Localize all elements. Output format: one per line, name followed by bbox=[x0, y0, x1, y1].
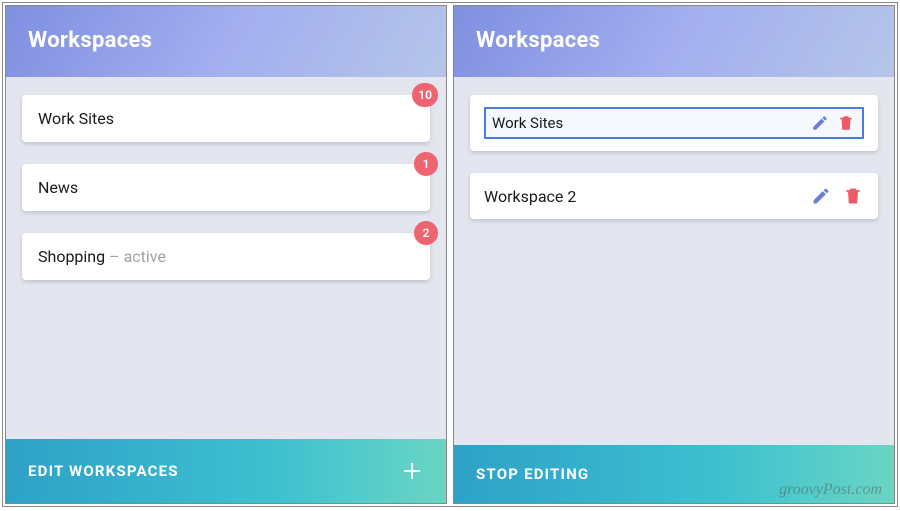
pencil-icon[interactable] bbox=[810, 185, 832, 207]
input-value: Work Sites bbox=[492, 114, 810, 132]
workspace-edit-item: Work Sites bbox=[470, 95, 878, 151]
active-label: – active bbox=[109, 247, 166, 266]
workspace-item[interactable]: Shopping – active 2 bbox=[22, 233, 430, 280]
count-badge: 1 bbox=[414, 152, 438, 176]
pencil-icon[interactable] bbox=[810, 113, 830, 133]
workspace-list: Work Sites 10 News 1 Shopping – active 2 bbox=[6, 77, 446, 439]
workspace-name-input[interactable]: Work Sites bbox=[484, 107, 864, 139]
workspace-edit-list: Work Sites Workspace 2 bbox=[454, 77, 894, 445]
workspace-name: Workspace 2 bbox=[484, 187, 800, 206]
count-badge: 10 bbox=[412, 83, 438, 107]
panel-title: Workspaces bbox=[454, 6, 894, 77]
panel-title: Workspaces bbox=[6, 6, 446, 77]
workspace-name: Work Sites bbox=[38, 109, 114, 128]
trash-icon[interactable] bbox=[836, 113, 856, 133]
trash-icon[interactable] bbox=[842, 185, 864, 207]
count-badge: 2 bbox=[414, 221, 438, 245]
edit-workspaces-button[interactable]: EDIT WORKSPACES bbox=[6, 439, 446, 503]
footer-label: STOP EDITING bbox=[476, 465, 589, 483]
workspaces-panel-view: Workspaces Work Sites 10 News 1 Shopping… bbox=[5, 5, 447, 504]
workspace-item[interactable]: News 1 bbox=[22, 164, 430, 211]
stop-editing-button[interactable]: STOP EDITING bbox=[454, 445, 894, 503]
footer-label: EDIT WORKSPACES bbox=[28, 462, 179, 480]
workspace-name: Shopping bbox=[38, 247, 105, 266]
plus-icon[interactable] bbox=[400, 459, 424, 483]
workspace-edit-item: Workspace 2 bbox=[470, 173, 878, 219]
workspace-item[interactable]: Work Sites 10 bbox=[22, 95, 430, 142]
workspaces-panel-edit: Workspaces Work Sites Workspace 2 bbox=[453, 5, 895, 504]
workspace-name: News bbox=[38, 178, 78, 197]
screenshot-container: Workspaces Work Sites 10 News 1 Shopping… bbox=[2, 2, 898, 507]
